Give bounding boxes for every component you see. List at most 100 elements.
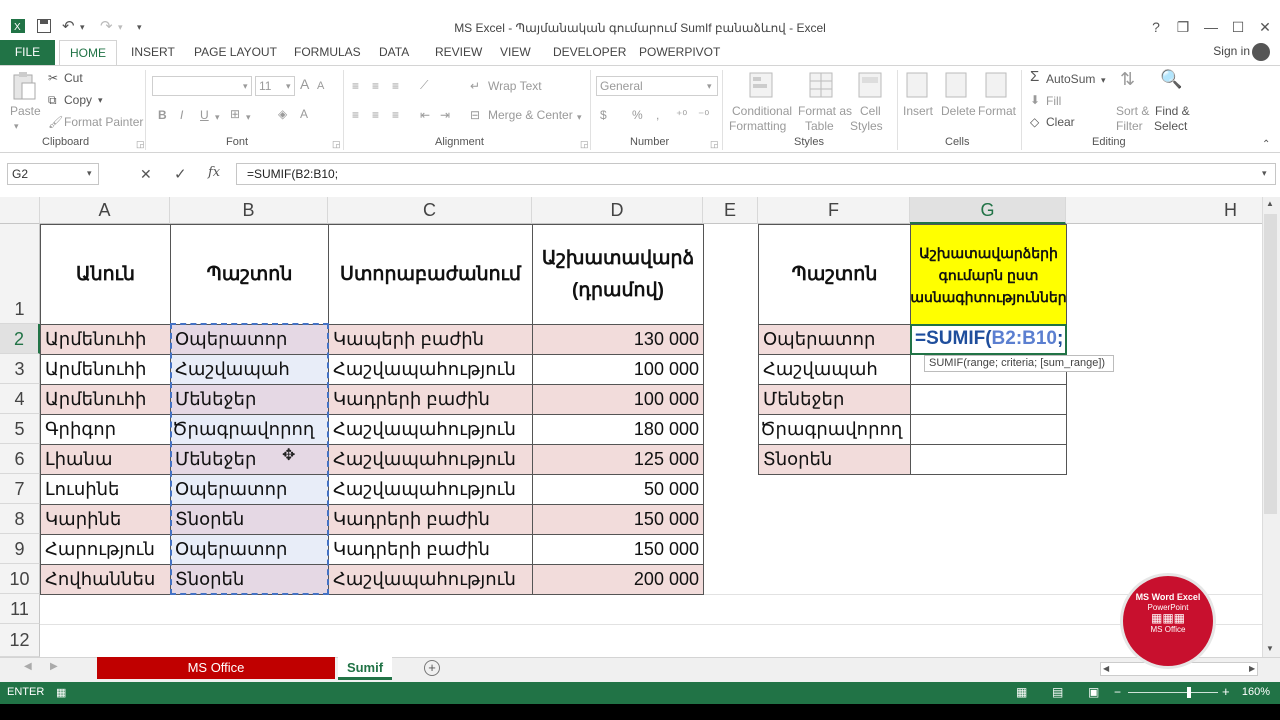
number-launcher-icon[interactable]: ◲ bbox=[710, 137, 719, 151]
percent-button[interactable]: % bbox=[632, 108, 643, 122]
tab-review[interactable]: REVIEW bbox=[435, 41, 482, 63]
cell-a3[interactable]: Արմենուհի bbox=[40, 354, 171, 385]
cell-a8[interactable]: Կարինե bbox=[40, 504, 171, 535]
zoom-in-icon[interactable]: + bbox=[1222, 684, 1230, 699]
align-middle-icon[interactable]: ≡ bbox=[372, 79, 379, 93]
tab-powerpivot[interactable]: POWERPIVOT bbox=[639, 41, 720, 63]
font-size-dropdown-icon[interactable]: ▾ bbox=[286, 79, 291, 93]
sheet-tab-sumif[interactable]: Sumif bbox=[338, 657, 392, 680]
cell-c7[interactable]: Հաշվապահություն bbox=[328, 474, 533, 505]
format-cells-button[interactable]: Format bbox=[978, 104, 1016, 118]
save-icon[interactable] bbox=[36, 18, 52, 39]
align-center-icon[interactable]: ≡ bbox=[372, 108, 379, 122]
cell-a4[interactable]: Արմենուհի bbox=[40, 384, 171, 415]
tab-home[interactable]: HOME bbox=[59, 40, 117, 66]
fill-button[interactable]: Fill bbox=[1046, 94, 1061, 108]
tab-view[interactable]: VIEW bbox=[500, 41, 531, 63]
cell-b3[interactable]: Հաշվապահ bbox=[170, 354, 329, 385]
column-header-c[interactable]: C bbox=[328, 197, 532, 224]
cell-f6[interactable]: Տնօրեն bbox=[758, 444, 911, 475]
column-header-g[interactable]: G bbox=[910, 197, 1066, 224]
name-box-dropdown-icon[interactable]: ▾ bbox=[87, 168, 92, 179]
sheet-tab-ms-office[interactable]: MS Office հսարքներ_դասընթացներ bbox=[97, 657, 335, 697]
merge-center-button[interactable]: Merge & Center bbox=[488, 108, 573, 122]
copy-button[interactable]: Copy bbox=[64, 93, 92, 107]
copy-dropdown-icon[interactable]: ▾ bbox=[98, 93, 103, 107]
column-header-b[interactable]: B bbox=[170, 197, 328, 224]
row-header-10[interactable]: 10 bbox=[0, 564, 40, 594]
borders-dropdown-icon[interactable]: ▾ bbox=[246, 110, 251, 124]
cell-d6[interactable]: 125 000 bbox=[532, 444, 704, 475]
cell-f5[interactable]: Ծրագրավորող bbox=[758, 414, 911, 445]
cell-b7[interactable]: Օպերատոր bbox=[170, 474, 329, 505]
row-header-2[interactable]: 2 bbox=[0, 324, 40, 354]
clear-button[interactable]: Clear bbox=[1046, 115, 1075, 129]
align-bottom-icon[interactable]: ≡ bbox=[392, 79, 399, 93]
column-header-f[interactable]: F bbox=[758, 197, 910, 224]
row-header-1[interactable]: 1 bbox=[0, 224, 40, 324]
help-icon[interactable]: ? bbox=[1143, 18, 1169, 36]
cell-c10[interactable]: Հաշվապահություն bbox=[328, 564, 533, 595]
zoom-level[interactable]: 160% bbox=[1242, 686, 1270, 698]
autosum-dropdown-icon[interactable]: ▾ bbox=[1101, 73, 1106, 87]
currency-button[interactable]: $ bbox=[600, 108, 607, 122]
paste-dropdown-icon[interactable]: ▾ bbox=[14, 119, 19, 133]
redo-dropdown-icon[interactable]: ▾ bbox=[118, 18, 123, 36]
autosum-button[interactable]: AutoSum bbox=[1046, 72, 1095, 86]
font-color-icon[interactable]: A bbox=[300, 107, 308, 121]
minimize-icon[interactable]: — bbox=[1198, 18, 1224, 36]
cell-b4[interactable]: Մենեջեր bbox=[170, 384, 329, 415]
insert-cells-button[interactable]: Insert bbox=[903, 104, 933, 118]
font-name-dropdown-icon[interactable]: ▾ bbox=[243, 79, 248, 93]
name-box[interactable]: G2 bbox=[7, 163, 99, 185]
format-as-table-button[interactable]: Format as bbox=[798, 104, 852, 118]
cell-d7[interactable]: 50 000 bbox=[532, 474, 704, 505]
number-format-dropdown-icon[interactable]: ▾ bbox=[707, 79, 712, 93]
row-header-3[interactable]: 3 bbox=[0, 354, 40, 384]
cell-c2[interactable]: Կապերի բաժին bbox=[328, 324, 533, 355]
paste-icon[interactable] bbox=[11, 71, 37, 106]
row-header-11[interactable]: 11 bbox=[0, 594, 40, 624]
cell-c9[interactable]: Կադրերի բաժին bbox=[328, 534, 533, 565]
redo-icon[interactable]: ↷ bbox=[100, 18, 113, 36]
increase-indent-icon[interactable]: ⇥ bbox=[440, 108, 450, 122]
undo-dropdown-icon[interactable]: ▾ bbox=[80, 18, 85, 36]
normal-view-icon[interactable]: ▦ bbox=[1016, 685, 1027, 699]
clipboard-launcher-icon[interactable]: ◲ bbox=[136, 137, 145, 151]
tab-insert[interactable]: INSERT bbox=[131, 41, 175, 63]
formula-input[interactable] bbox=[236, 163, 1276, 185]
cell-b1[interactable]: Պաշտոն bbox=[170, 224, 329, 325]
row-header-12[interactable]: 12 bbox=[0, 624, 40, 657]
cell-b10[interactable]: Տնօրեն bbox=[170, 564, 329, 595]
cell-b6[interactable]: Մենեջեր bbox=[170, 444, 329, 475]
cell-c4[interactable]: Կադրերի բաժին bbox=[328, 384, 533, 415]
column-header-a[interactable]: A bbox=[40, 197, 170, 224]
cell-a5[interactable]: Գրիգոր bbox=[40, 414, 171, 445]
tab-file[interactable]: FILE bbox=[0, 40, 55, 65]
find-select-button[interactable]: Find & bbox=[1155, 104, 1190, 118]
cell-d5[interactable]: 180 000 bbox=[532, 414, 704, 445]
collapse-ribbon-icon[interactable]: ⌃ bbox=[1262, 138, 1270, 152]
bold-button[interactable]: B bbox=[158, 108, 167, 122]
cell-f3[interactable]: Հաշվապահ bbox=[758, 354, 911, 385]
select-all-corner[interactable] bbox=[0, 197, 40, 224]
sign-in-link[interactable]: Sign in bbox=[1213, 44, 1250, 58]
cell-c6[interactable]: Հաշվապահություն bbox=[328, 444, 533, 475]
cut-button[interactable]: Cut bbox=[64, 71, 83, 85]
cell-g2-editing[interactable]: =SUMIF(B2:B10; bbox=[910, 324, 1067, 355]
insert-function-icon[interactable]: fx bbox=[208, 165, 220, 180]
cell-a1[interactable]: Անուն bbox=[40, 224, 171, 325]
cell-styles-button[interactable]: Cell bbox=[860, 104, 881, 118]
borders-icon[interactable]: ⊞ bbox=[230, 107, 240, 121]
fill-color-icon[interactable]: ◈ bbox=[278, 107, 287, 121]
format-painter-button[interactable]: Format Painter bbox=[64, 115, 143, 129]
delete-cells-button[interactable]: Delete bbox=[941, 104, 976, 118]
column-header-e[interactable]: E bbox=[703, 197, 758, 224]
expand-formula-icon[interactable]: ▾ bbox=[1262, 168, 1267, 179]
prev-sheet-icon[interactable]: ◀ bbox=[24, 661, 32, 672]
cell-d3[interactable]: 100 000 bbox=[532, 354, 704, 385]
cell-a10[interactable]: Հովհաննես bbox=[40, 564, 171, 595]
cell-c5[interactable]: Հաշվապահություն bbox=[328, 414, 533, 445]
cell-g5[interactable] bbox=[910, 414, 1067, 445]
next-sheet-icon[interactable]: ▶ bbox=[50, 661, 58, 672]
